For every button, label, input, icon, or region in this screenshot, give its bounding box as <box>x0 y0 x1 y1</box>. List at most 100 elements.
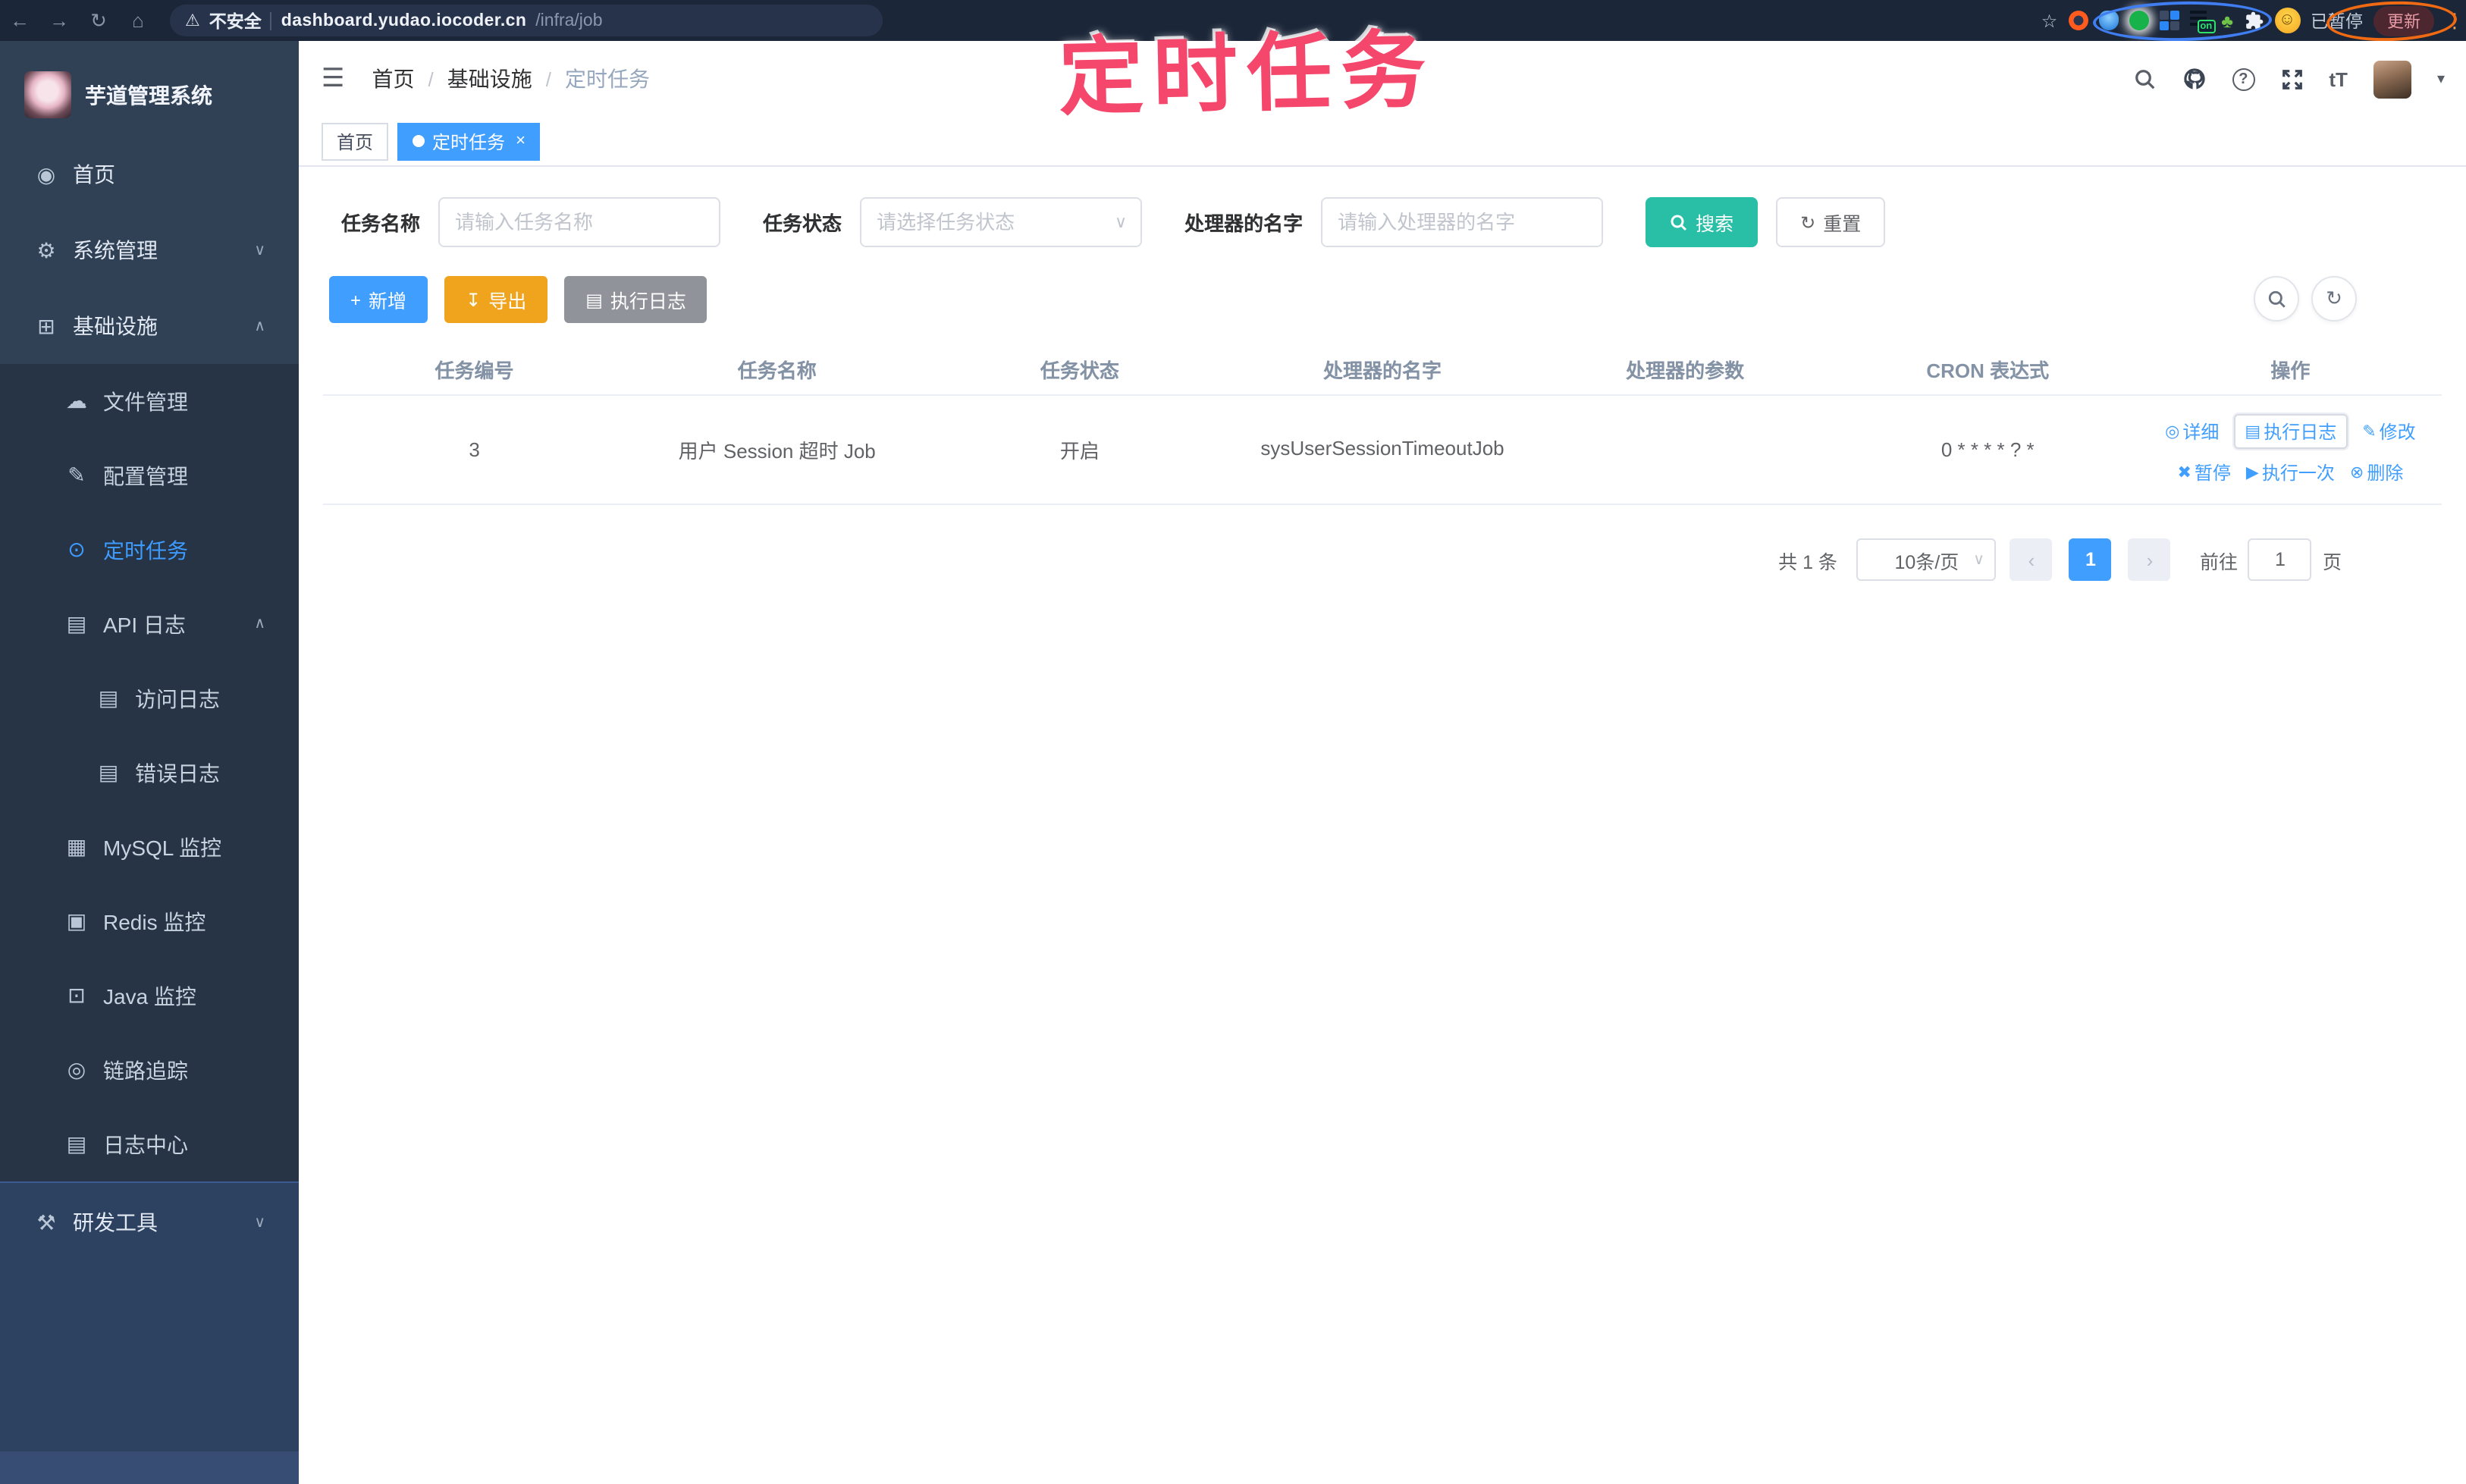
edit-icon: ✎ <box>67 463 86 487</box>
extension-onlist-icon[interactable]: on <box>2189 11 2216 33</box>
job-name-field[interactable] <box>438 197 721 247</box>
search-icon[interactable] <box>2133 67 2156 90</box>
table-row: 3 用户 Session 超时 Job 开启 sysUserSessionTim… <box>323 396 2442 505</box>
download-icon: ↧ <box>466 289 482 310</box>
show-search-button[interactable] <box>2254 276 2299 322</box>
sidebar-item-system[interactable]: ⚙ 系统管理 ∨ <box>0 212 299 288</box>
sidebar-item-trace[interactable]: ◎ 链路追踪 <box>0 1033 299 1107</box>
search-button[interactable]: 搜索 <box>1646 197 1759 247</box>
profile-paused-label: 已暂停 <box>2311 13 2363 31</box>
sidebar-item-scheduled-jobs[interactable]: ⊙ 定时任务 <box>0 513 299 587</box>
reset-button[interactable]: ↻ 重置 <box>1776 197 1886 247</box>
timer-icon: ⊙ <box>67 537 86 561</box>
bookmark-star-icon[interactable]: ☆ <box>2041 10 2058 31</box>
cell-handler-name: sysUserSessionTimeoutJob <box>1260 437 1504 460</box>
tab-scheduled-jobs[interactable]: 定时任务 × <box>397 122 541 160</box>
page-size-select[interactable]: 10条/页 ∨ <box>1856 538 1997 581</box>
trash-icon: ⊗ <box>2349 464 2364 482</box>
browser-reload-icon[interactable]: ↻ <box>79 8 118 33</box>
browser-update-button[interactable]: 更新 <box>2373 5 2434 36</box>
sidebar-item-file-manage[interactable]: ☁ 文件管理 <box>0 364 299 438</box>
exec-log-link[interactable]: ▤ 执行日志 <box>2234 414 2348 449</box>
breadcrumb-separator: / <box>428 67 434 90</box>
user-avatar[interactable] <box>2373 60 2411 98</box>
sidebar-item-log-center[interactable]: ▤ 日志中心 <box>0 1107 299 1181</box>
sidebar-item-mysql-monitor[interactable]: ▦ MySQL 监控 <box>0 810 299 884</box>
sidebar-item-infra[interactable]: ⊞ 基础设施 ∧ <box>0 288 299 364</box>
sidebar-item-label: 系统管理 <box>73 238 158 262</box>
delete-link[interactable]: ⊗ 删除 <box>2350 460 2403 485</box>
add-button[interactable]: + 新增 <box>329 276 428 323</box>
col-job-status: 任务状态 <box>1040 359 1119 382</box>
browser-home-icon[interactable]: ⌂ <box>118 9 158 32</box>
github-icon[interactable] <box>2182 67 2206 91</box>
col-cron: CRON 表达式 <box>1926 359 2050 382</box>
jobs-table: 任务编号 任务名称 任务状态 处理器的名字 处理器的参数 CRON 表达式 操作… <box>323 344 2442 505</box>
extensions-puzzle-icon[interactable] <box>2244 11 2264 30</box>
browser-menu-icon[interactable]: ⋮ <box>2445 8 2464 33</box>
prev-page-button[interactable]: ‹ <box>2010 538 2053 581</box>
logo-avatar <box>24 71 71 118</box>
handler-name-input[interactable] <box>1338 211 1587 234</box>
sidebar-item-home[interactable]: ◉ 首页 <box>0 136 299 212</box>
run-once-link[interactable]: ▶ 执行一次 <box>2246 460 2335 485</box>
tab-home[interactable]: 首页 <box>322 122 389 160</box>
breadcrumb-home[interactable]: 首页 <box>372 64 415 94</box>
detail-link[interactable]: ◎ 详细 <box>2165 419 2219 444</box>
next-page-button[interactable]: › <box>2128 538 2171 581</box>
browser-back-icon[interactable]: ← <box>0 9 39 32</box>
page-1-button[interactable]: 1 <box>2069 538 2112 581</box>
log-icon: ▤ <box>98 686 119 710</box>
sidebar-item-access-log[interactable]: ▤ 访问日志 <box>0 661 299 736</box>
help-icon[interactable]: ? <box>2232 67 2255 90</box>
goto-label: 前往 <box>2199 551 2238 573</box>
job-status-select[interactable]: ∨ <box>860 197 1143 247</box>
extension-plant-icon[interactable]: ♣ <box>2221 10 2233 31</box>
sidebar-logo[interactable]: 芋道管理系统 <box>0 41 299 136</box>
on-badge: on <box>2197 20 2216 33</box>
breadcrumb-current: 定时任务 <box>565 67 650 91</box>
fullscreen-icon[interactable] <box>2280 67 2303 90</box>
close-icon[interactable]: × <box>516 132 526 150</box>
screen-icon: ⊡ <box>67 983 86 1007</box>
exec-log-button[interactable]: ▤ 执行日志 <box>564 276 707 323</box>
extension-blue-icon[interactable] <box>2098 11 2119 30</box>
handler-name-field[interactable] <box>1321 197 1604 247</box>
hamburger-icon[interactable]: ☰ <box>322 64 345 94</box>
sidebar-item-redis-monitor[interactable]: ▣ Redis 监控 <box>0 884 299 958</box>
sidebar-bottom-section: ⚒ 研发工具 ∨ <box>0 1181 299 1484</box>
caret-down-icon[interactable]: ▾ <box>2437 71 2445 87</box>
address-divider <box>270 11 272 30</box>
extension-green-icon[interactable] <box>2129 11 2149 30</box>
address-bar[interactable]: ⚠ 不安全 dashboard.yudao.iocoder.cn/infra/j… <box>170 5 883 36</box>
sidebar-item-java-monitor[interactable]: ⊡ Java 监控 <box>0 958 299 1033</box>
log-icon: ▤ <box>66 1131 87 1156</box>
extension-grid-icon[interactable] <box>2159 11 2179 30</box>
layers-icon: ▣ <box>66 908 87 933</box>
sidebar-item-config-manage[interactable]: ✎ 配置管理 <box>0 438 299 513</box>
breadcrumb-infra[interactable]: 基础设施 <box>447 64 532 94</box>
sidebar-item-error-log[interactable]: ▤ 错误日志 <box>0 736 299 810</box>
refresh-button[interactable]: ↻ <box>2311 276 2357 322</box>
chevron-up-icon: ∧ <box>254 616 265 632</box>
goto-page-input[interactable] <box>2248 538 2312 581</box>
search-icon <box>1671 214 1687 231</box>
security-label[interactable]: 不安全 <box>209 8 262 33</box>
extension-orange-icon[interactable] <box>2068 11 2088 30</box>
browser-forward-icon[interactable]: → <box>39 9 79 32</box>
job-name-input[interactable] <box>455 211 704 234</box>
x-icon: ✖ <box>2177 464 2191 482</box>
font-size-icon[interactable]: tT <box>2329 67 2348 90</box>
browser-profile-avatar[interactable]: ☺ <box>2274 8 2300 33</box>
edit-link[interactable]: ✎ 修改 <box>2362 419 2415 444</box>
pause-link[interactable]: ✖ 暂停 <box>2177 460 2230 485</box>
col-job-id: 任务编号 <box>435 359 514 382</box>
sidebar-item-label: 日志中心 <box>103 1132 188 1156</box>
export-button[interactable]: ↧ 导出 <box>444 276 548 323</box>
sidebar-item-dev-tools[interactable]: ⚒ 研发工具 ∨ <box>0 1183 299 1262</box>
cell-job-status: 开启 <box>1059 440 1100 463</box>
sidebar-item-api-log[interactable]: ▤ API 日志 ∧ <box>0 587 299 661</box>
sidebar-item-label: 基础设施 <box>73 314 158 338</box>
chevron-down-icon: ∨ <box>1114 214 1128 232</box>
job-status-input[interactable] <box>877 211 1126 234</box>
